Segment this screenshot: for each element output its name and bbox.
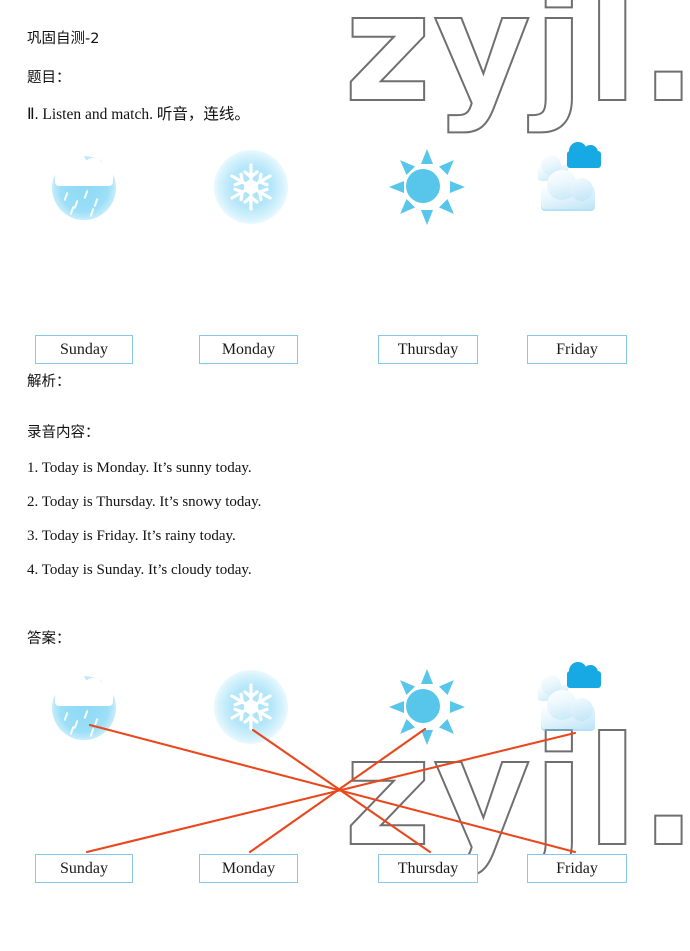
snowy-icon-answer [212,668,290,746]
question-label: 题目： [27,70,71,86]
rainy-icon-answer [45,668,123,746]
transcript-line-4: 4. Today is Sunday. It’s cloudy today. [27,562,252,578]
answer-heading: 答案： [27,631,71,647]
day-box-thursday-answer[interactable]: Thursday [378,854,478,883]
sunny-icon [384,148,465,226]
transcript-label: 录音内容： [27,425,100,441]
day-box-thursday[interactable]: Thursday [378,335,478,364]
cloudy-icon [533,142,611,224]
day-box-friday[interactable]: Friday [527,335,627,364]
snowflake-glyph [230,683,272,731]
page-title: 巩固自测-2 [27,31,100,47]
snowflake-glyph [230,163,272,211]
day-box-friday-answer[interactable]: Friday [527,854,627,883]
match-line-sunny-monday [248,727,427,854]
day-box-sunday-answer[interactable]: Sunday [35,854,133,883]
match-line-snowy-thursday [251,728,432,854]
transcript-line-3: 3. Today is Friday. It’s rainy today. [27,528,236,544]
worksheet-page: zyjl.c zyjl.c 巩固自测-2 题目： Ⅱ. Listen and m… [0,0,690,951]
rainy-icon [45,148,123,226]
cloudy-icon-answer [533,662,611,744]
analysis-heading: 解析： [27,374,71,390]
day-box-monday[interactable]: Monday [199,335,298,364]
day-box-sunday[interactable]: Sunday [35,335,133,364]
match-line-rainy-friday [88,723,577,854]
watermark-top: zyjl.c [343,0,690,136]
snowy-icon [212,148,290,226]
sunny-icon-answer [384,668,465,746]
instruction-text: Ⅱ. Listen and match. 听音，连线。 [27,106,250,123]
transcript-line-2: 2. Today is Thursday. It’s snowy today. [27,494,262,510]
transcript-line-1: 1. Today is Monday. It’s sunny today. [27,460,252,476]
day-box-monday-answer[interactable]: Monday [199,854,298,883]
match-line-cloudy-sunday [85,731,577,854]
